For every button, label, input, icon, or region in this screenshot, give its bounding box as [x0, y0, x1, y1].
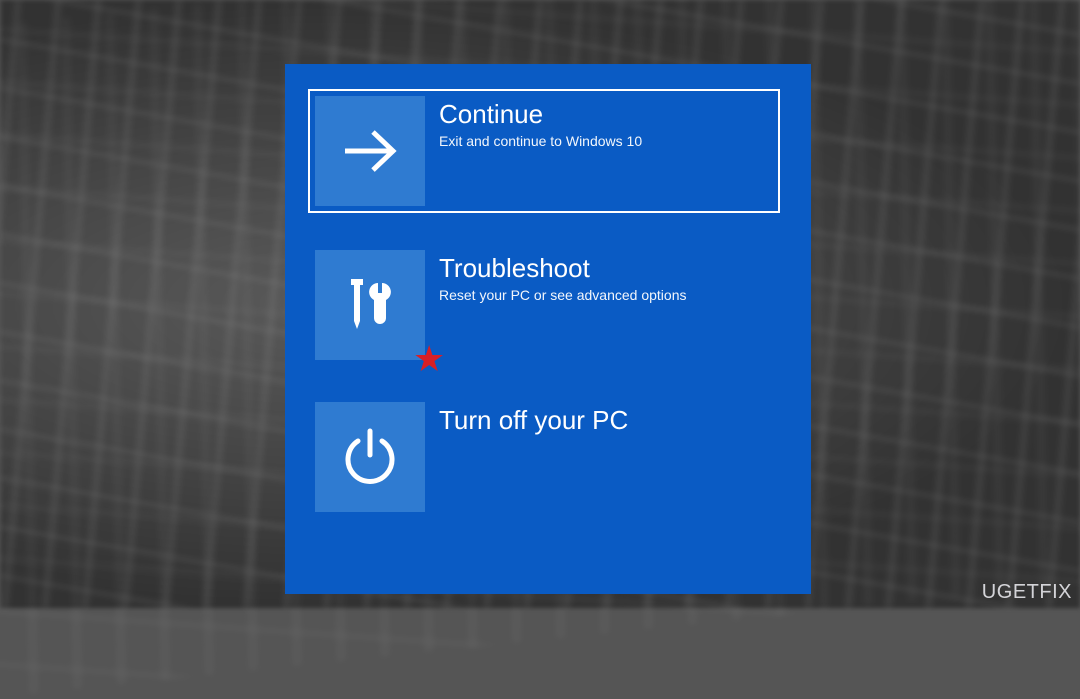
power-icon [336, 423, 404, 491]
arrow-right-icon [335, 116, 405, 186]
power-tile [315, 402, 425, 512]
recovery-options-panel: Continue Exit and continue to Windows 10 [285, 64, 811, 594]
option-title: Troubleshoot [439, 254, 686, 283]
option-desc: Exit and continue to Windows 10 [439, 133, 642, 149]
power-text: Turn off your PC [439, 402, 628, 439]
option-power-off[interactable]: Turn off your PC [315, 402, 628, 512]
troubleshoot-text: Troubleshoot Reset your PC or see advanc… [439, 250, 686, 303]
troubleshoot-tile [315, 250, 425, 360]
option-desc: Reset your PC or see advanced options [439, 287, 686, 303]
option-troubleshoot[interactable]: Troubleshoot Reset your PC or see advanc… [315, 250, 686, 360]
watermark-text: UGETFIX [982, 581, 1072, 604]
option-continue[interactable]: Continue Exit and continue to Windows 10 [309, 90, 779, 212]
option-title: Continue [439, 100, 642, 129]
continue-text: Continue Exit and continue to Windows 10 [439, 96, 642, 149]
tools-icon [334, 269, 406, 341]
continue-tile [315, 96, 425, 206]
option-title: Turn off your PC [439, 406, 628, 435]
